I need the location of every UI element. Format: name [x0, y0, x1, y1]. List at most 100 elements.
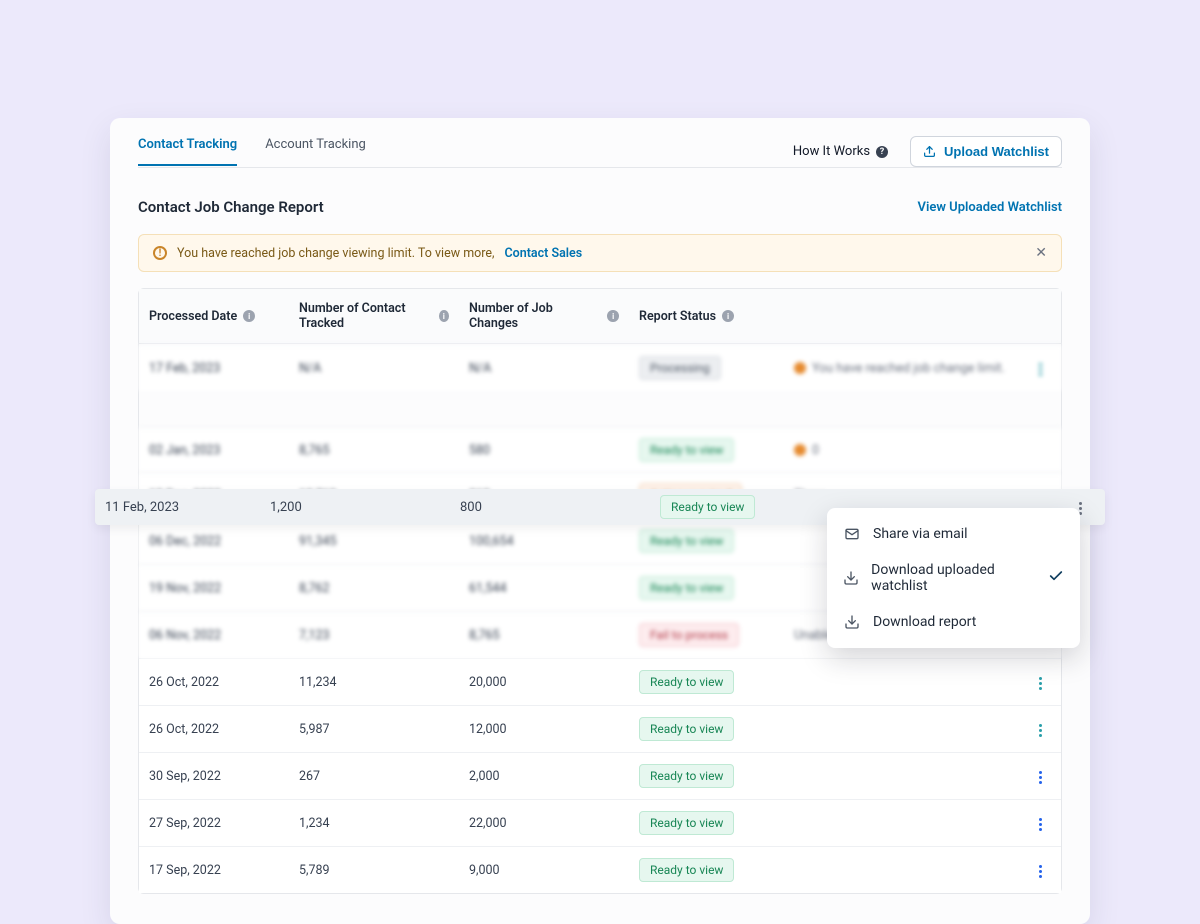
table-row[interactable]: 26 Oct, 20225,98712,000Ready to view [139, 705, 1061, 752]
status-pill[interactable]: Ready to view [639, 811, 734, 835]
cell-changes: 20,000 [459, 665, 629, 700]
th-label: Report Status [639, 309, 716, 324]
title-row: Contact Job Change Report View Uploaded … [110, 168, 1090, 234]
table-row[interactable]: 27 Sep, 20221,23422,000Ready to view [139, 799, 1061, 846]
download-icon [843, 570, 859, 586]
cell-date: 17 Sep, 2022 [139, 853, 289, 888]
status-pill[interactable]: Ready to view [639, 717, 734, 741]
cell-status: Ready to view [629, 801, 784, 845]
cell-changes: 800 [450, 500, 650, 515]
cell-status: Processing [629, 346, 784, 390]
row-actions-button[interactable] [1031, 860, 1050, 883]
th-label: Number of Contact Tracked [299, 301, 433, 331]
cell-changes: 8,765 [459, 618, 629, 653]
cell-date: 06 Nov, 2022 [139, 618, 289, 653]
cell-tracked: 1,234 [289, 806, 459, 841]
cell-date: 26 Oct, 2022 [139, 665, 289, 700]
row-actions-button[interactable] [1031, 766, 1050, 789]
status-pill[interactable]: Processing [639, 356, 721, 380]
view-uploaded-watchlist-link[interactable]: View Uploaded Watchlist [918, 200, 1062, 215]
tab-contact-tracking[interactable]: Contact Tracking [138, 137, 237, 166]
row-spacer [139, 391, 1061, 427]
table-row[interactable]: 26 Oct, 202211,23420,000 Ready to view [139, 658, 1061, 705]
row-actions-button[interactable] [1031, 813, 1050, 836]
cell-tracked: 1,200 [260, 500, 450, 515]
alert-text: You have reached job change viewing limi… [177, 246, 495, 261]
row-context-menu: Share via email Download uploaded watchl… [827, 508, 1080, 648]
cell-changes: 9,000 [459, 853, 629, 888]
tabs: Contact Tracking Account Tracking [138, 137, 366, 166]
cell-changes: 580 [459, 433, 629, 468]
cell-tracked: 11,234 [289, 665, 459, 700]
status-pill[interactable]: Ready to view [639, 670, 734, 694]
cell-tracked: 267 [289, 759, 459, 794]
header-row: Contact Tracking Account Tracking How It… [110, 118, 1090, 167]
cell-status: Ready to view [629, 660, 784, 704]
cell-status: Ready to view [629, 707, 784, 751]
cell-actions [1021, 440, 1061, 460]
alert-close-button[interactable]: ✕ [1035, 245, 1047, 261]
cell-date: 30 Sep, 2022 [139, 759, 289, 794]
cell-status: Ready to view [629, 428, 784, 472]
how-it-works-label: How It Works [793, 144, 870, 159]
th-label: Processed Date [149, 309, 237, 324]
menu-item-download-watchlist[interactable]: Download uploaded watchlist [827, 552, 1080, 604]
status-pill-ready[interactable]: Ready to view [660, 495, 755, 519]
cell-actions [1021, 659, 1061, 705]
contact-sales-link[interactable]: Contact Sales [505, 246, 583, 261]
how-it-works-link[interactable]: How It Works ? [793, 144, 888, 159]
cell-status: Ready to view [629, 754, 784, 798]
warning-icon [794, 444, 806, 456]
menu-item-download-report[interactable]: Download report [827, 604, 1080, 640]
upload-icon [923, 145, 936, 158]
menu-item-label: Share via email [873, 526, 968, 542]
status-pill[interactable]: Ready to view [639, 576, 734, 600]
table-row[interactable]: 30 Sep, 20222672,000Ready to view [139, 752, 1061, 799]
status-pill[interactable]: Ready to view [639, 438, 734, 462]
row-actions-button[interactable] [1031, 358, 1050, 381]
cell-actions [1021, 800, 1061, 846]
cell-changes: 22,000 [459, 806, 629, 841]
table-row[interactable]: 17 Sep, 20225,7899,000Ready to view [139, 846, 1061, 893]
upload-watchlist-label: Upload Watchlist [944, 144, 1049, 159]
info-icon[interactable]: i [607, 310, 619, 322]
info-icon[interactable]: i [722, 310, 734, 322]
menu-item-share-email[interactable]: Share via email [827, 516, 1080, 552]
cell-changes: N/A [459, 351, 629, 386]
cell-tracked: N/A [289, 351, 459, 386]
note-text: 0 [812, 443, 819, 458]
status-pill[interactable]: Ready to view [639, 529, 734, 553]
cell-status: Fail to process [629, 613, 784, 657]
cell-actions [1021, 847, 1061, 893]
limit-alert-banner: ! You have reached job change viewing li… [138, 234, 1062, 272]
table-row[interactable]: 17 Feb, 2023N/AN/AProcessingYou have rea… [139, 344, 1061, 391]
cell-date: 19 Nov, 2022 [139, 571, 289, 606]
cell-actions [1021, 706, 1061, 752]
info-icon[interactable]: i [243, 310, 255, 322]
status-pill[interactable]: Ready to view [639, 858, 734, 882]
check-icon [1048, 568, 1064, 588]
cell-tracked: 8,765 [289, 433, 459, 468]
row-actions-button[interactable] [1031, 719, 1050, 742]
cell-date: 26 Oct, 2022 [139, 712, 289, 747]
download-icon [843, 614, 861, 630]
status-pill[interactable]: Ready to view [639, 764, 734, 788]
warning-icon [794, 362, 806, 374]
mail-icon [843, 526, 861, 542]
cell-date: 17 Feb, 2023 [139, 351, 289, 386]
cell-note [784, 672, 1021, 692]
menu-item-label: Download uploaded watchlist [871, 562, 1036, 594]
upload-watchlist-button[interactable]: Upload Watchlist [910, 136, 1062, 167]
note-text: You have reached job change limit. [812, 361, 1005, 376]
cell-date: 02 Jan, 2023 [139, 433, 289, 468]
cell-changes: 61,544 [459, 571, 629, 606]
cell-status: Ready to view [629, 566, 784, 610]
info-icon[interactable]: i [439, 310, 449, 322]
cell-note: You have reached job change limit. [784, 351, 1021, 386]
cell-changes: 12,000 [459, 712, 629, 747]
status-pill[interactable]: Fail to process [639, 623, 739, 647]
row-actions-button[interactable] [1031, 672, 1050, 695]
table-row[interactable]: 02 Jan, 20238,765580 Ready to view 0 [139, 427, 1061, 472]
cell-date: 11 Feb, 2023 [95, 500, 260, 515]
tab-account-tracking[interactable]: Account Tracking [265, 137, 366, 166]
